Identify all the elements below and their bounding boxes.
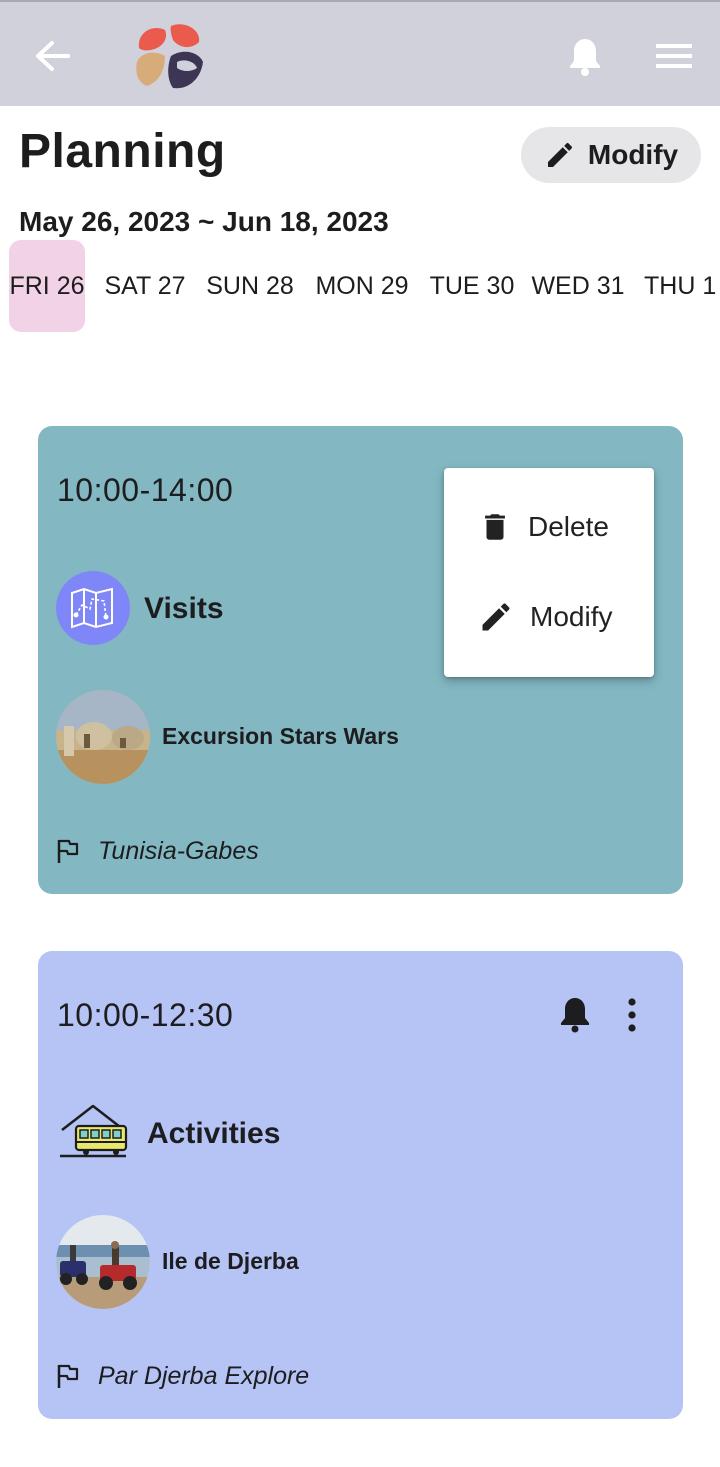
hamburger-menu-icon[interactable] bbox=[656, 42, 692, 70]
event-item-name[interactable]: Ile de Djerba bbox=[162, 1248, 299, 1275]
trash-icon bbox=[485, 514, 505, 540]
page-title: Planning bbox=[19, 125, 226, 178]
bell-icon[interactable] bbox=[558, 995, 592, 1033]
pencil-icon bbox=[482, 603, 510, 631]
bell-icon[interactable] bbox=[566, 36, 604, 76]
event-image bbox=[56, 1215, 150, 1309]
delete-label: Delete bbox=[528, 511, 609, 542]
event-item-name[interactable]: Excursion Stars Wars bbox=[162, 723, 399, 750]
event-card[interactable]: 10:00-12:30 Activities Ile de Djerba Par… bbox=[38, 951, 683, 1419]
delete-menu-item[interactable]: Delete bbox=[444, 482, 654, 572]
event-location: Par Djerba Explore bbox=[98, 1362, 310, 1390]
train-station-icon bbox=[60, 1104, 128, 1158]
date-range: May 26, 2023 ~ Jun 18, 2023 bbox=[19, 206, 389, 237]
context-menu: Delete Modify bbox=[444, 468, 654, 677]
event-category: Visits bbox=[144, 592, 224, 625]
modify-button-label: Modify bbox=[587, 139, 679, 170]
modify-button[interactable]: Modify bbox=[521, 127, 701, 183]
day-tab[interactable]: SUN 28 bbox=[200, 240, 300, 332]
flag-icon bbox=[57, 839, 79, 863]
pencil-icon bbox=[547, 142, 572, 167]
event-location: Tunisia-Gabes bbox=[98, 837, 259, 865]
day-tab[interactable]: MON 29 bbox=[308, 240, 416, 332]
flag-icon bbox=[57, 1364, 79, 1388]
event-time: 10:00-12:30 bbox=[57, 997, 234, 1033]
event-image bbox=[56, 690, 150, 784]
top-app-bar bbox=[0, 0, 720, 106]
day-tab[interactable]: TUE 30 bbox=[424, 240, 520, 332]
map-icon bbox=[56, 571, 130, 645]
day-selector: FRI 26 SAT 27 SUN 28 MON 29 TUE 30 WED 3… bbox=[0, 240, 720, 332]
app-logo bbox=[136, 24, 203, 89]
day-tab[interactable]: FRI 26 bbox=[9, 240, 85, 332]
modify-label: Modify bbox=[530, 601, 613, 632]
event-category: Activities bbox=[147, 1117, 281, 1150]
day-tab[interactable]: WED 31 bbox=[528, 240, 628, 332]
event-time: 10:00-14:00 bbox=[57, 472, 234, 508]
more-options-icon[interactable] bbox=[624, 997, 640, 1033]
modify-menu-item[interactable]: Modify bbox=[444, 572, 654, 662]
arrow-left-icon[interactable] bbox=[32, 38, 72, 74]
day-tab[interactable]: THU 1 bbox=[638, 240, 720, 332]
day-tab[interactable]: SAT 27 bbox=[98, 240, 192, 332]
